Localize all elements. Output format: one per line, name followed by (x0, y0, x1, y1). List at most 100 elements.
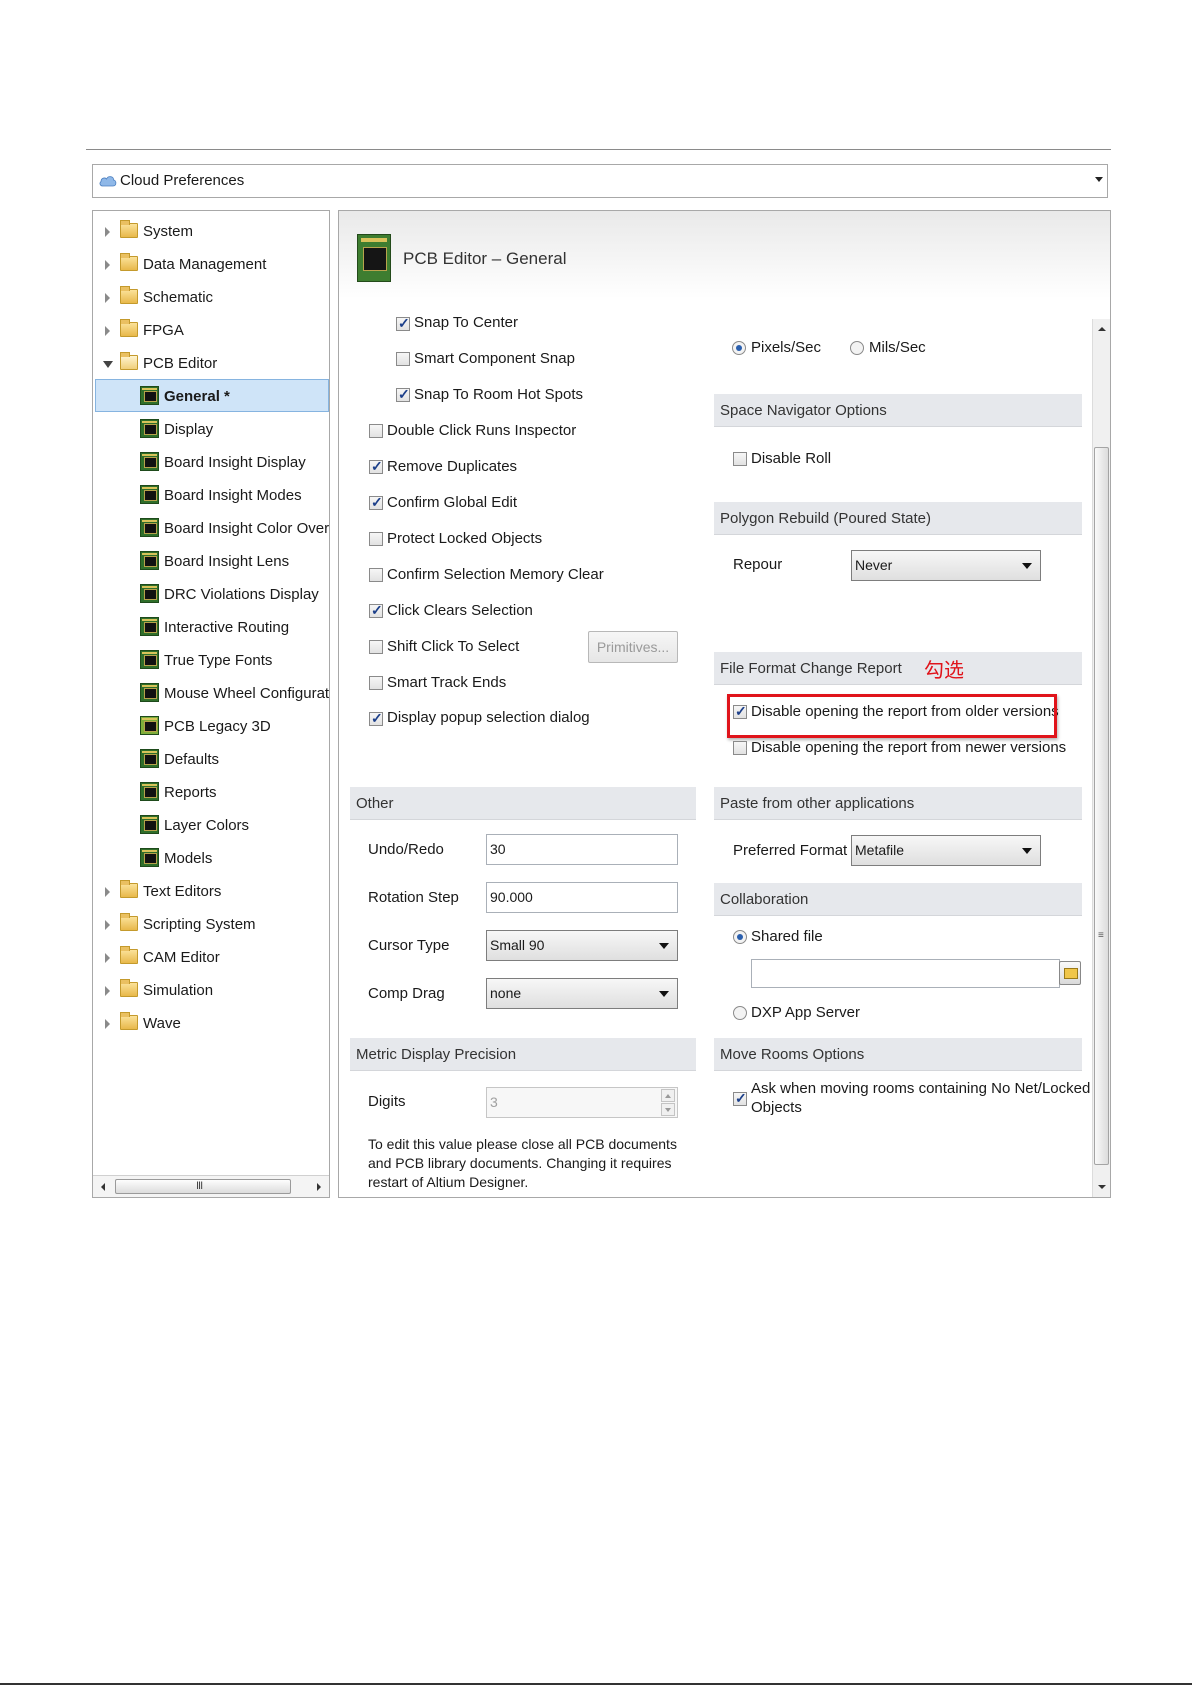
scroll-down-icon[interactable] (1098, 1185, 1106, 1189)
vertical-scrollbar[interactable]: ≡ (1092, 319, 1110, 1197)
expand-icon[interactable] (105, 953, 110, 963)
expand-icon[interactable] (105, 887, 110, 897)
horizontal-scrollbar[interactable]: III (93, 1175, 329, 1197)
folder-browse-icon[interactable] (1059, 961, 1081, 985)
smart-track-ends-checkbox[interactable] (369, 676, 383, 690)
comp-drag-value: none (490, 985, 522, 1001)
dropdown-arrow-icon[interactable] (659, 991, 669, 997)
dropdown-arrow-icon[interactable] (1022, 848, 1032, 854)
shared-file-radio[interactable] (733, 930, 747, 944)
expand-icon[interactable] (105, 920, 110, 930)
tree-item-label: General * (164, 388, 230, 405)
tree-item-models[interactable]: Models (93, 842, 329, 875)
disable-roll-checkbox[interactable] (733, 452, 747, 466)
click-clears-selection-label: Click Clears Selection (387, 602, 533, 619)
expand-icon[interactable] (105, 293, 110, 303)
other-section-header: Other (350, 787, 696, 820)
preferences-tree[interactable]: System Data Management Schematic FPGA PC… (92, 210, 330, 1198)
comp-drag-select[interactable]: none (486, 978, 678, 1009)
scroll-grip: III (196, 1180, 203, 1192)
cloud-preferences-dropdown[interactable]: Cloud Preferences (92, 164, 1108, 198)
metric-note-line2: and PCB library documents. Changing it r… (368, 1155, 672, 1171)
tree-item-board-insight-color-overrides[interactable]: Board Insight Color Overrid (93, 512, 329, 545)
undo-redo-input[interactable]: 30 (486, 834, 678, 865)
window-top-border (86, 149, 1111, 150)
remove-duplicates-checkbox[interactable] (369, 458, 383, 475)
tree-item-board-insight-lens[interactable]: Board Insight Lens (93, 545, 329, 578)
tree-item-text-editors[interactable]: Text Editors (93, 875, 329, 908)
scroll-left-icon[interactable] (101, 1183, 105, 1191)
expand-icon[interactable] (105, 326, 110, 336)
tree-item-data-management[interactable]: Data Management (93, 248, 329, 281)
tree-item-schematic[interactable]: Schematic (93, 281, 329, 314)
tree-item-board-insight-display[interactable]: Board Insight Display (93, 446, 329, 479)
tree-item-defaults[interactable]: Defaults (93, 743, 329, 776)
dropdown-arrow-icon[interactable] (659, 943, 669, 949)
tree-item-label: Schematic (143, 289, 214, 306)
tree-item-label: PCB Legacy 3D (164, 718, 271, 735)
cursor-type-label: Cursor Type (368, 937, 450, 954)
tree-item-label: Display (164, 421, 214, 438)
folder-icon (120, 253, 138, 271)
display-popup-selection-dialog-checkbox[interactable] (369, 710, 383, 727)
ask-moving-rooms-checkbox[interactable] (733, 1090, 747, 1107)
shift-click-to-select-label: Shift Click To Select (387, 638, 520, 655)
tree-item-label: Board Insight Lens (164, 553, 290, 570)
confirm-global-edit-checkbox[interactable] (369, 494, 383, 511)
preferred-format-select[interactable]: Metafile (851, 835, 1041, 866)
confirm-selection-memory-clear-checkbox[interactable] (369, 568, 383, 582)
smart-component-snap-checkbox[interactable] (396, 352, 410, 366)
disable-newer-versions-checkbox[interactable] (733, 741, 747, 755)
tree-item-pcb-legacy-3d[interactable]: PCB Legacy 3D (93, 710, 329, 743)
tree-item-reports[interactable]: Reports (93, 776, 329, 809)
tree-item-simulation[interactable]: Simulation (93, 974, 329, 1007)
shift-click-to-select-checkbox[interactable] (369, 640, 383, 654)
digits-value: 3 (490, 1094, 498, 1110)
mils-per-sec-radio[interactable] (850, 341, 864, 355)
primitives-button[interactable]: Primitives... (588, 631, 678, 663)
dropdown-arrow-icon[interactable] (1022, 563, 1032, 569)
expand-icon[interactable] (105, 986, 110, 996)
shared-file-path-input[interactable] (751, 959, 1060, 988)
tree-item-cam-editor[interactable]: CAM Editor (93, 941, 329, 974)
snap-to-room-hot-spots-checkbox[interactable] (396, 386, 410, 403)
scrollbar-thumb[interactable]: ≡ (1094, 447, 1109, 1165)
comp-drag-label: Comp Drag (368, 985, 445, 1002)
pixels-per-sec-label: Pixels/Sec (751, 339, 822, 356)
double-click-runs-inspector-checkbox[interactable] (369, 424, 383, 438)
cursor-type-select[interactable]: Small 90 (486, 930, 678, 961)
expand-icon[interactable] (105, 227, 110, 237)
tree-item-scripting-system[interactable]: Scripting System (93, 908, 329, 941)
expand-icon[interactable] (105, 260, 110, 270)
repour-select[interactable]: Never (851, 550, 1041, 581)
tree-item-label: True Type Fonts (164, 652, 273, 669)
protect-locked-objects-checkbox[interactable] (369, 532, 383, 546)
undo-redo-label: Undo/Redo (368, 841, 444, 858)
tree-item-board-insight-modes[interactable]: Board Insight Modes (93, 479, 329, 512)
scroll-up-icon[interactable] (1098, 327, 1106, 331)
tree-item-wave[interactable]: Wave (93, 1007, 329, 1040)
tree-item-general[interactable]: General * (93, 380, 329, 413)
tree-item-layer-colors[interactable]: Layer Colors (93, 809, 329, 842)
expand-icon[interactable] (105, 1019, 110, 1029)
scroll-right-icon[interactable] (317, 1183, 321, 1191)
tree-item-fpga[interactable]: FPGA (93, 314, 329, 347)
chevron-down-icon[interactable] (1095, 177, 1103, 182)
collapse-icon[interactable] (103, 361, 113, 368)
snap-to-center-checkbox[interactable] (396, 315, 410, 332)
tree-item-mouse-wheel-configuration[interactable]: Mouse Wheel Configuratior (93, 677, 329, 710)
folder-icon (120, 319, 138, 337)
rotation-step-input[interactable]: 90.000 (486, 882, 678, 913)
tree-item-drc-violations-display[interactable]: DRC Violations Display (93, 578, 329, 611)
dxp-app-server-radio[interactable] (733, 1006, 747, 1020)
pixels-per-sec-radio[interactable] (732, 341, 746, 355)
tree-item-pcb-editor[interactable]: PCB Editor (93, 347, 329, 380)
folder-icon (120, 913, 138, 931)
tree-item-system[interactable]: System (93, 215, 329, 248)
scrollbar-thumb[interactable]: III (115, 1179, 291, 1194)
click-clears-selection-checkbox[interactable] (369, 602, 383, 619)
tree-item-display[interactable]: Display (93, 413, 329, 446)
tree-item-interactive-routing[interactable]: Interactive Routing (93, 611, 329, 644)
tree-item-true-type-fonts[interactable]: True Type Fonts (93, 644, 329, 677)
file-format-section-header: File Format Change Report (714, 652, 1082, 685)
